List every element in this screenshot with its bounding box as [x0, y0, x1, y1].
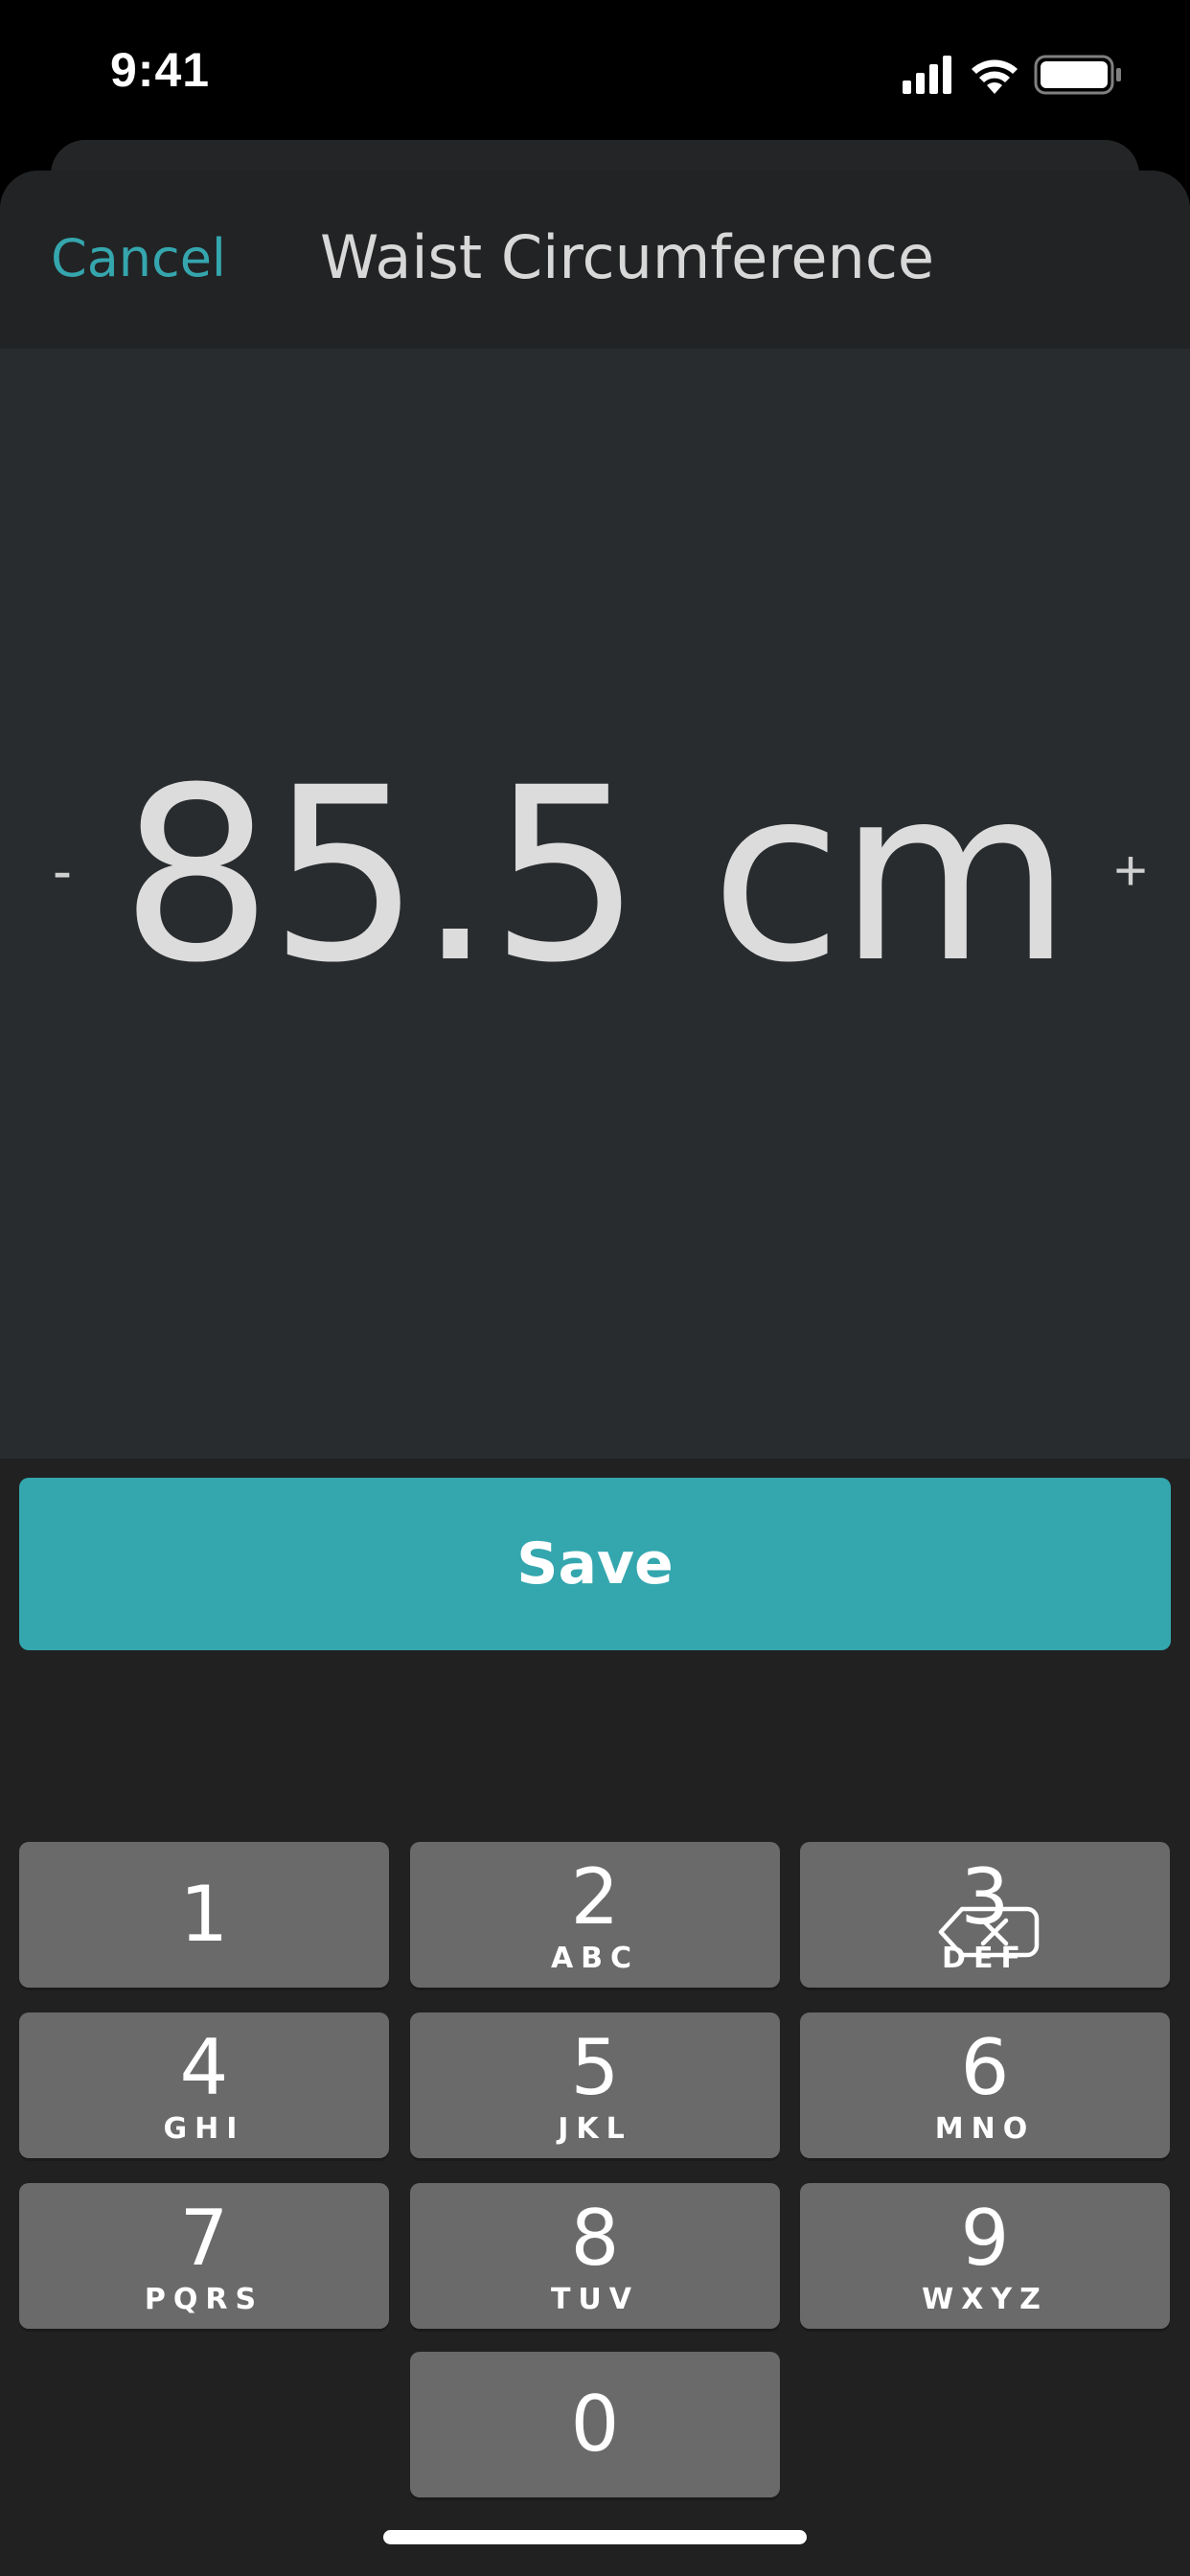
keypad-key-6[interactable]: 6 MNO — [800, 2012, 1170, 2158]
keypad-key-7[interactable]: 7 PQRS — [19, 2183, 389, 2329]
delete-backspace-icon — [938, 1906, 1040, 1958]
status-time: 9:41 — [110, 43, 211, 97]
key-digit: 4 — [179, 2023, 229, 2112]
home-indicator — [383, 2530, 807, 2544]
cellular-signal-icon — [903, 56, 951, 94]
delete-key[interactable] — [920, 1874, 1064, 1990]
key-letters: GHI — [163, 2112, 245, 2146]
keypad-key-8[interactable]: 8 TUV — [410, 2183, 780, 2329]
battery-icon — [1034, 55, 1121, 95]
wifi-icon — [972, 59, 1018, 94]
key-letters: JKL — [558, 2112, 632, 2146]
keypad-key-9[interactable]: 9 WXYZ — [800, 2183, 1170, 2329]
status-bar: 9:41 — [0, 0, 1190, 144]
save-button[interactable]: Save — [19, 1478, 1171, 1650]
key-digit: 0 — [570, 2380, 620, 2469]
decrement-button[interactable]: - — [38, 838, 86, 905]
value-panel: - 85.5 cm + — [0, 349, 1190, 1459]
keypad-key-2[interactable]: 2 ABC — [410, 1842, 780, 1988]
cancel-button[interactable]: Cancel — [51, 228, 226, 288]
screen: 9:41 Cancel Waist Circumference - 85.5 c… — [0, 0, 1190, 2576]
key-digit: 9 — [960, 2194, 1010, 2283]
key-letters: WXYZ — [922, 2283, 1048, 2316]
key-letters: TUV — [550, 2283, 640, 2316]
keypad-key-0[interactable]: 0 — [410, 2352, 780, 2497]
nav-header: Cancel Waist Circumference — [0, 171, 1190, 349]
key-digit: 5 — [570, 2023, 620, 2112]
key-letters: ABC — [550, 1942, 640, 1975]
key-digit: 7 — [179, 2194, 229, 2283]
keypad-key-4[interactable]: 4 GHI — [19, 2012, 389, 2158]
status-icons — [903, 55, 1121, 95]
key-digit: 8 — [570, 2194, 620, 2283]
modal-sheet: Cancel Waist Circumference - 85.5 cm + S… — [0, 171, 1190, 2576]
measurement-value: 85.5 cm — [120, 736, 1071, 1015]
increment-button[interactable]: + — [1102, 838, 1159, 905]
keypad-key-1[interactable]: 1 — [19, 1842, 389, 1988]
key-digit: 2 — [570, 1852, 620, 1942]
key-letters: MNO — [934, 2112, 1036, 2146]
keypad-key-5[interactable]: 5 JKL — [410, 2012, 780, 2158]
key-digit: 1 — [179, 1870, 229, 1959]
page-title: Waist Circumference — [320, 222, 935, 292]
key-digit: 6 — [960, 2023, 1010, 2112]
numeric-keypad: Save 1 2 ABC 3 DEF 4 GHI 5 JKL 6 MNO 7 P… — [0, 1459, 1190, 2576]
key-letters: PQRS — [144, 2283, 264, 2316]
